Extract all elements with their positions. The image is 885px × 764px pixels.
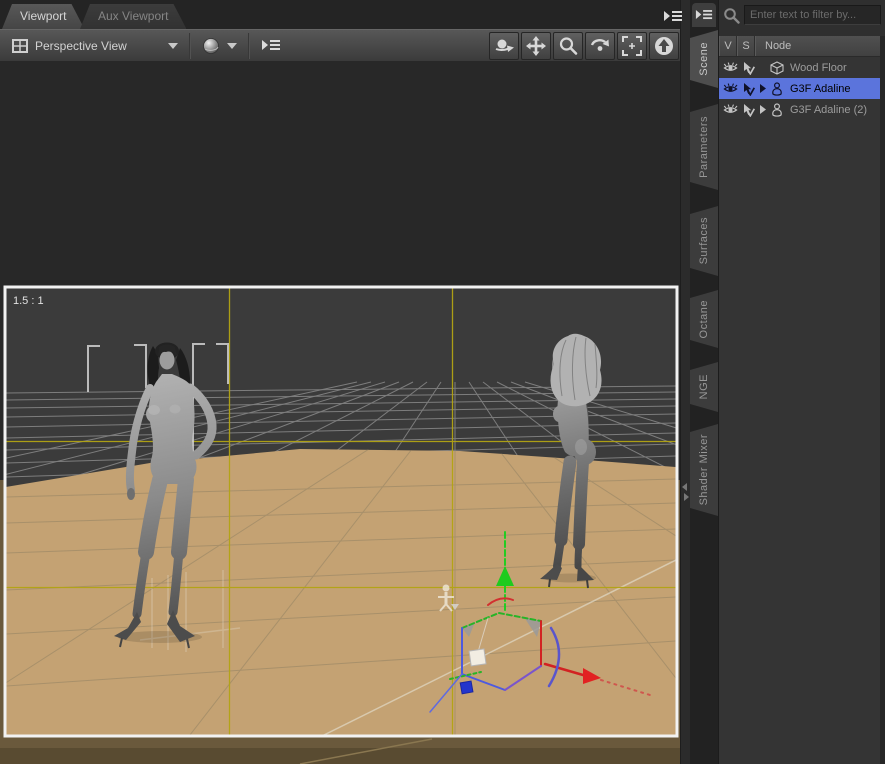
expand-arrow-icon[interactable] (757, 84, 768, 93)
tab-shader-mixer[interactable]: Shader Mixer (690, 424, 718, 516)
view-selector-label: Perspective View (35, 39, 127, 53)
node-label: Wood Floor (786, 62, 847, 74)
tab-aux-viewport[interactable]: Aux Viewport (80, 4, 186, 29)
scene-tree-scrollbar[interactable] (880, 36, 885, 764)
pane-option-menu-icon (695, 8, 713, 22)
aim-camera-icon (654, 36, 674, 56)
node-label: G3F Adaline (2) (786, 104, 867, 116)
pointer-check-icon[interactable] (739, 82, 757, 96)
scene-tree: V S Node (719, 36, 880, 764)
viewport-pane: Viewport Aux Viewport Perspective View (0, 0, 680, 764)
eye-icon[interactable] (721, 83, 739, 94)
tab-parameters[interactable]: Parameters (690, 104, 718, 190)
tab-surfaces[interactable]: Surfaces (690, 206, 718, 276)
frame-selection-button[interactable] (617, 32, 647, 60)
render-frame-content: 1.5 : 1 (0, 288, 680, 764)
scene-tree-header: V S Node (719, 36, 880, 57)
orbit-camera-button[interactable] (489, 32, 519, 60)
scene-panel: V S Node (718, 0, 885, 764)
figure-icon (768, 82, 786, 96)
cube-icon (768, 61, 786, 75)
tab-octane[interactable]: Octane (690, 290, 718, 348)
pan-camera-icon (526, 36, 546, 56)
toolbar-separator (248, 33, 250, 59)
side-tab-strip: Scene Parameters Surfaces Octane NGE Sha… (690, 0, 718, 764)
table-row-g3f-adaline-2[interactable]: G3F Adaline (2) (719, 99, 880, 120)
table-row-wood-floor[interactable]: Wood Floor (719, 57, 880, 78)
column-visibility[interactable]: V (719, 36, 737, 56)
viewport-toolbar: Perspective View (0, 29, 680, 61)
tab-scene[interactable]: Scene (690, 30, 718, 88)
pane-splitter[interactable] (680, 0, 690, 764)
pane-collapse-handle[interactable] (682, 482, 690, 500)
toolbar-separator (189, 33, 191, 59)
aspect-ratio-label: 1.5 : 1 (13, 295, 44, 307)
pane-option-menu-icon (663, 9, 683, 24)
drawstyle-sphere-icon (202, 37, 220, 55)
rotate-camera-button[interactable] (585, 32, 615, 60)
viewport-pane-menu-button[interactable] (661, 5, 685, 27)
chevron-down-icon (227, 43, 237, 49)
drawstyle-dropdown[interactable] (194, 32, 245, 60)
node-label: G3F Adaline (786, 83, 851, 95)
table-row-g3f-adaline[interactable]: G3F Adaline (719, 78, 880, 99)
orbit-camera-icon (493, 36, 515, 56)
aim-camera-button[interactable] (649, 32, 679, 60)
scene-filter-input[interactable] (744, 5, 881, 25)
figure-icon (768, 103, 786, 117)
collapse-left-icon (682, 483, 687, 491)
window-grid-icon (12, 39, 28, 53)
search-icon (723, 7, 740, 24)
viewport-tabbar: Viewport Aux Viewport (0, 0, 680, 29)
eye-icon[interactable] (721, 104, 739, 115)
pane-option-menu-icon (261, 38, 281, 53)
pan-camera-button[interactable] (521, 32, 551, 60)
tab-viewport[interactable]: Viewport (2, 4, 84, 29)
viewport-options-button[interactable] (253, 32, 289, 60)
zoom-camera-button[interactable] (553, 32, 583, 60)
daz-studio-window: Viewport Aux Viewport Perspective View (0, 0, 885, 764)
scene-pane-menu-button[interactable] (692, 3, 716, 27)
viewport-3d-canvas[interactable]: 1.5 : 1 (0, 61, 680, 764)
eye-icon[interactable] (721, 62, 739, 73)
expand-arrow-icon[interactable] (757, 105, 768, 114)
chevron-down-icon (168, 43, 178, 49)
view-selector-dropdown[interactable]: Perspective View (4, 32, 186, 60)
zoom-camera-icon (558, 36, 578, 56)
collapse-right-icon (684, 493, 689, 501)
scene-filter-row (719, 0, 885, 30)
rotate-camera-icon (589, 36, 611, 56)
column-selectability[interactable]: S (737, 36, 755, 56)
column-node[interactable]: Node (755, 36, 880, 56)
pointer-check-icon[interactable] (739, 103, 757, 117)
tab-nge[interactable]: NGE (690, 362, 718, 412)
frame-selection-icon (622, 36, 642, 56)
pointer-check-icon[interactable] (739, 61, 757, 75)
